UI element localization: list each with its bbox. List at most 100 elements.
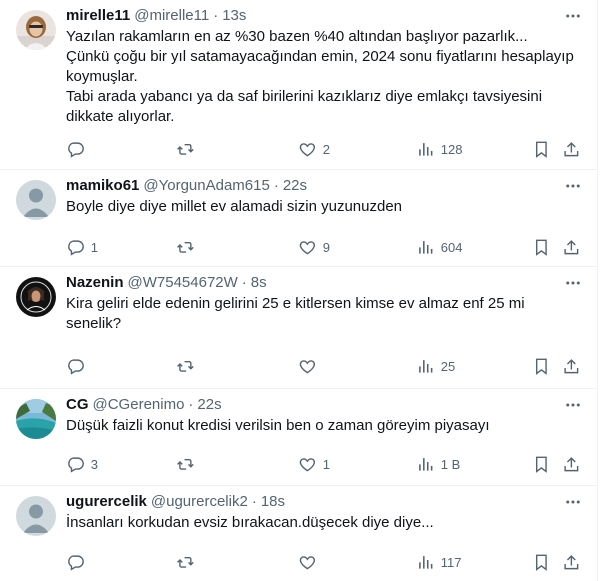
views-icon	[419, 142, 433, 156]
tweet[interactable]: Nazenin @W75454672W · 8s Kira geliri eld…	[0, 267, 597, 389]
more-icon[interactable]	[563, 273, 583, 293]
views-icon	[419, 240, 433, 254]
author-handle[interactable]: @CGerenimo	[93, 396, 185, 413]
bookmark-icon	[535, 358, 547, 375]
bookmark-button[interactable]	[532, 454, 551, 474]
tweet[interactable]: mirelle11 @mirelle11 · 13s Yazılan rakam…	[0, 0, 597, 170]
views-button[interactable]: 117	[416, 552, 461, 572]
tweet-timestamp[interactable]: 8s	[251, 274, 267, 291]
author-handle[interactable]: @YorgunAdam615	[143, 177, 269, 194]
tweet[interactable]: ugurercelik @ugurercelik2 · 18s İnsanlar…	[0, 486, 597, 581]
retweet-icon	[177, 360, 194, 372]
share-icon	[564, 239, 579, 254]
views-count: 25	[440, 358, 456, 374]
share-button[interactable]	[562, 552, 581, 572]
like-icon	[299, 142, 316, 157]
bookmark-button[interactable]	[532, 139, 551, 159]
author-handle[interactable]: @mirelle11	[134, 7, 209, 24]
bookmark-icon	[535, 554, 547, 571]
views-button[interactable]: 604	[416, 237, 462, 257]
reply-count: 3	[90, 456, 98, 472]
reply-button[interactable]	[66, 139, 91, 159]
share-icon	[564, 456, 579, 471]
views-icon	[419, 555, 433, 569]
reply-button[interactable]: 3	[66, 454, 98, 474]
like-button[interactable]	[298, 356, 323, 376]
like-button[interactable]	[298, 552, 323, 572]
views-count: 117	[440, 554, 462, 570]
separator-dot: ·	[251, 492, 257, 510]
views-button[interactable]: 25	[416, 356, 455, 376]
tweet-actions: 1 9 604	[66, 237, 579, 257]
retweet-button[interactable]	[176, 139, 201, 159]
tweet-text: Düşük faizli konut kredisi verilsin ben …	[66, 417, 490, 434]
views-icon	[419, 457, 433, 471]
avatar[interactable]	[16, 180, 56, 220]
like-count: 1	[322, 456, 330, 472]
share-button[interactable]	[562, 139, 581, 159]
reply-icon	[68, 142, 84, 158]
retweet-button[interactable]	[176, 237, 201, 257]
like-button[interactable]: 1	[298, 454, 330, 474]
views-count: 604	[440, 239, 463, 255]
more-icon[interactable]	[563, 6, 583, 26]
tweet-timestamp[interactable]: 18s	[261, 493, 285, 510]
retweet-icon	[177, 556, 194, 568]
views-button[interactable]: 128	[416, 139, 462, 159]
avatar[interactable]	[16, 399, 56, 439]
tweet-timestamp[interactable]: 22s	[283, 177, 307, 194]
reply-count: 1	[90, 239, 98, 255]
bookmark-button[interactable]	[532, 356, 551, 376]
author-name[interactable]: Nazenin	[66, 274, 124, 291]
author-name[interactable]: mirelle11	[66, 7, 130, 24]
like-button[interactable]: 2	[298, 139, 330, 159]
reply-icon	[68, 359, 84, 375]
author-handle[interactable]: @ugurercelik2	[151, 493, 248, 510]
like-icon	[299, 240, 316, 255]
author-name[interactable]: mamiko61	[66, 177, 139, 194]
reply-icon	[68, 457, 84, 473]
tweet-actions: 117	[66, 552, 579, 572]
tweet-actions: 25	[66, 356, 579, 376]
more-icon[interactable]	[563, 176, 583, 196]
reply-button[interactable]	[66, 552, 91, 572]
retweet-icon	[177, 458, 194, 470]
avatar[interactable]	[16, 277, 56, 317]
more-icon[interactable]	[563, 395, 583, 415]
tweet-text: Kira geliri elde edenin gelirini 25 e ki…	[66, 295, 529, 332]
share-button[interactable]	[562, 454, 581, 474]
tweet-feed: mirelle11 @mirelle11 · 13s Yazılan rakam…	[0, 0, 598, 581]
tweet-text: İnsanları korkudan evsiz bırakacan.düşec…	[66, 514, 434, 531]
views-count: 128	[440, 141, 463, 157]
author-name[interactable]: CG	[66, 396, 89, 413]
like-icon	[299, 555, 316, 570]
tweet-timestamp[interactable]: 13s	[222, 7, 246, 24]
avatar[interactable]	[16, 496, 56, 536]
tweet[interactable]: CG @CGerenimo · 22s Düşük faizli konut k…	[0, 389, 597, 486]
avatar[interactable]	[16, 10, 56, 50]
like-count: 9	[322, 239, 330, 255]
bookmark-icon	[535, 141, 547, 158]
author-name[interactable]: ugurercelik	[66, 493, 147, 510]
share-button[interactable]	[562, 356, 581, 376]
author-handle[interactable]: @W75454672W	[128, 274, 238, 291]
retweet-button[interactable]	[176, 552, 201, 572]
more-icon[interactable]	[563, 492, 583, 512]
tweet-timestamp[interactable]: 22s	[197, 396, 221, 413]
bookmark-button[interactable]	[532, 237, 551, 257]
like-icon	[299, 359, 316, 374]
like-icon	[299, 457, 316, 472]
reply-button[interactable]	[66, 356, 91, 376]
retweet-button[interactable]	[176, 454, 201, 474]
reply-button[interactable]: 1	[66, 237, 98, 257]
views-button[interactable]: 1 B	[416, 454, 460, 474]
bookmark-button[interactable]	[532, 552, 551, 572]
retweet-button[interactable]	[176, 356, 201, 376]
share-icon	[564, 141, 579, 156]
reply-icon	[68, 240, 84, 256]
like-button[interactable]: 9	[298, 237, 330, 257]
share-button[interactable]	[562, 237, 581, 257]
tweet[interactable]: mamiko61 @YorgunAdam615 · 22s Boyle diye…	[0, 170, 597, 267]
views-count: 1 B	[440, 456, 461, 472]
tweet-actions: 2 128	[66, 139, 579, 159]
